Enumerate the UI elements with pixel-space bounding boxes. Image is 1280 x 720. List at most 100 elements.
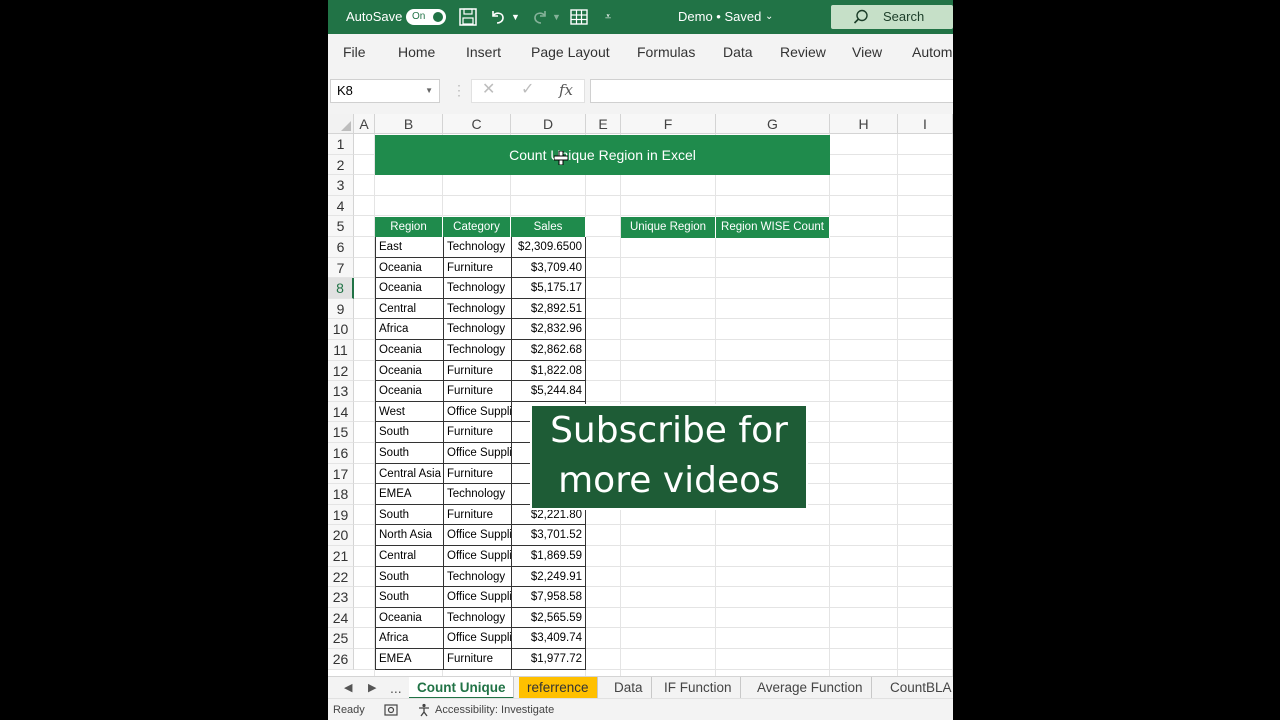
row-header-3[interactable]: 3 <box>328 175 354 196</box>
header-region[interactable]: Region <box>375 217 443 238</box>
sales-cell[interactable]: $2,832.96 <box>511 319 586 340</box>
sales-cell[interactable]: $2,249.91 <box>511 566 586 588</box>
category-cell[interactable]: Furniture <box>443 649 511 670</box>
redo-icon[interactable] <box>530 7 550 27</box>
category-cell[interactable]: Technology <box>443 607 511 629</box>
tab-insert[interactable]: Insert <box>466 34 501 72</box>
column-header-c[interactable]: C <box>443 114 511 134</box>
row-header-5[interactable]: 5 <box>328 216 354 237</box>
scroll-right-icon[interactable]: ▶ <box>368 677 376 699</box>
status-accessibility[interactable]: Accessibility: Investigate <box>435 699 554 720</box>
row-header-16[interactable]: 16 <box>328 443 354 464</box>
column-header-h[interactable]: H <box>830 114 898 134</box>
region-cell[interactable]: Central Asia <box>375 463 443 485</box>
sales-cell[interactable]: $2,892.51 <box>511 298 586 320</box>
row-header-11[interactable]: 11 <box>328 340 354 361</box>
region-cell[interactable]: West <box>375 401 443 423</box>
column-header-i[interactable]: I <box>898 114 953 134</box>
column-header-d[interactable]: D <box>511 114 586 134</box>
select-all-corner[interactable] <box>328 114 354 134</box>
tab-automate[interactable]: Autom <box>912 34 952 72</box>
formula-bar-grip-icon[interactable]: ⋮ <box>452 82 466 99</box>
region-cell[interactable]: Oceania <box>375 257 443 279</box>
row-header-19[interactable]: 19 <box>328 504 354 526</box>
table-icon[interactable] <box>569 7 589 27</box>
category-cell[interactable]: Technology <box>443 319 511 340</box>
category-cell[interactable]: Technology <box>443 566 511 588</box>
worksheet-grid[interactable]: ABCDEFGHI 1 2 3 4 5 6 7 8 9 10 11 12 13 14 15 16 17 18 19 2… <box>328 114 953 676</box>
region-cell[interactable]: EMEA <box>375 649 443 670</box>
category-cell[interactable]: Furniture <box>443 463 511 485</box>
region-cell[interactable]: Central <box>375 298 443 320</box>
category-cell[interactable]: Furniture <box>443 360 511 382</box>
sheet-tab-average-function[interactable]: Average Function <box>749 677 872 699</box>
column-header-e[interactable]: E <box>586 114 621 134</box>
header-category[interactable]: Category <box>443 217 511 238</box>
category-cell[interactable]: Office Supplies <box>443 628 511 649</box>
region-cell[interactable]: Central <box>375 546 443 567</box>
sheet-tab-countblank[interactable]: CountBLA <box>882 677 953 699</box>
category-cell[interactable]: Furniture <box>443 381 511 402</box>
tab-data[interactable]: Data <box>723 34 753 72</box>
region-cell[interactable]: Oceania <box>375 360 443 382</box>
row-header-23[interactable]: 23 <box>328 587 354 608</box>
row-header-1[interactable]: 1 <box>328 134 354 155</box>
region-cell[interactable]: South <box>375 504 443 526</box>
search-box[interactable]: Search <box>831 5 953 29</box>
row-header-22[interactable]: 22 <box>328 566 354 588</box>
region-cell[interactable]: Oceania <box>375 381 443 402</box>
sales-cell[interactable]: $1,869.59 <box>511 546 586 567</box>
autosave-toggle[interactable]: On <box>406 9 446 25</box>
redo-dropdown-icon[interactable]: ▼ <box>552 0 561 34</box>
row-header-26[interactable]: 26 <box>328 649 354 670</box>
sales-cell[interactable]: $5,244.84 <box>511 381 586 402</box>
row-header-18[interactable]: 18 <box>328 484 354 505</box>
row-header-21[interactable]: 21 <box>328 546 354 567</box>
category-cell[interactable]: Office Supplies <box>443 525 511 546</box>
category-cell[interactable]: Furniture <box>443 504 511 526</box>
region-cell[interactable]: South <box>375 422 443 443</box>
region-cell[interactable]: South <box>375 443 443 464</box>
region-cell[interactable]: South <box>375 566 443 588</box>
row-header-10[interactable]: 10 <box>328 319 354 340</box>
sales-cell[interactable]: $3,409.74 <box>511 628 586 649</box>
accessibility-icon[interactable] <box>417 703 431 717</box>
region-cell[interactable]: Oceania <box>375 278 443 299</box>
formula-input[interactable] <box>590 79 953 103</box>
row-header-25[interactable]: 25 <box>328 628 354 649</box>
category-cell[interactable]: Office Supplies <box>443 546 511 567</box>
category-cell[interactable]: Office Supplies <box>443 587 511 608</box>
sales-cell[interactable]: $5,175.17 <box>511 278 586 299</box>
document-title[interactable]: Demo • Saved <box>678 0 761 34</box>
tab-home[interactable]: Home <box>398 34 435 72</box>
enter-icon[interactable]: ✓ <box>521 79 534 101</box>
row-header-2[interactable]: 2 <box>328 154 354 176</box>
sheet-tab-data[interactable]: Data <box>606 677 652 699</box>
sales-cell[interactable]: $1,977.72 <box>511 649 586 670</box>
row-header-8[interactable]: 8 <box>328 278 354 299</box>
chevron-down-icon[interactable]: ⌄ <box>765 0 773 34</box>
row-header-20[interactable]: 20 <box>328 525 354 546</box>
save-icon[interactable] <box>458 7 478 27</box>
row-header-24[interactable]: 24 <box>328 607 354 629</box>
category-cell[interactable]: Technology <box>443 298 511 320</box>
sales-cell[interactable]: $1,822.08 <box>511 360 586 382</box>
sales-cell[interactable]: $3,709.40 <box>511 257 586 279</box>
tab-page-layout[interactable]: Page Layout <box>531 34 610 72</box>
column-header-b[interactable]: B <box>375 114 443 134</box>
scroll-left-icon[interactable]: ◀ <box>344 677 352 699</box>
column-header-a[interactable]: A <box>354 114 375 134</box>
banner-title[interactable]: Count Unique Region in Excel <box>375 135 830 175</box>
row-header-12[interactable]: 12 <box>328 360 354 382</box>
undo-dropdown-icon[interactable]: ▼ <box>511 0 520 34</box>
tab-formulas[interactable]: Formulas <box>637 34 695 72</box>
header-sales[interactable]: Sales <box>511 217 586 238</box>
sales-cell[interactable]: $2,565.59 <box>511 607 586 629</box>
tab-view[interactable]: View <box>852 34 882 72</box>
row-header-4[interactable]: 4 <box>328 195 354 217</box>
more-sheets-button[interactable]: ... <box>390 677 402 699</box>
header-region-wise-count[interactable]: Region WISE Count <box>716 217 830 238</box>
region-cell[interactable]: Oceania <box>375 340 443 361</box>
sheet-tab-count-unique[interactable]: Count Unique <box>409 677 515 699</box>
category-cell[interactable]: Office Supplies <box>443 443 511 464</box>
